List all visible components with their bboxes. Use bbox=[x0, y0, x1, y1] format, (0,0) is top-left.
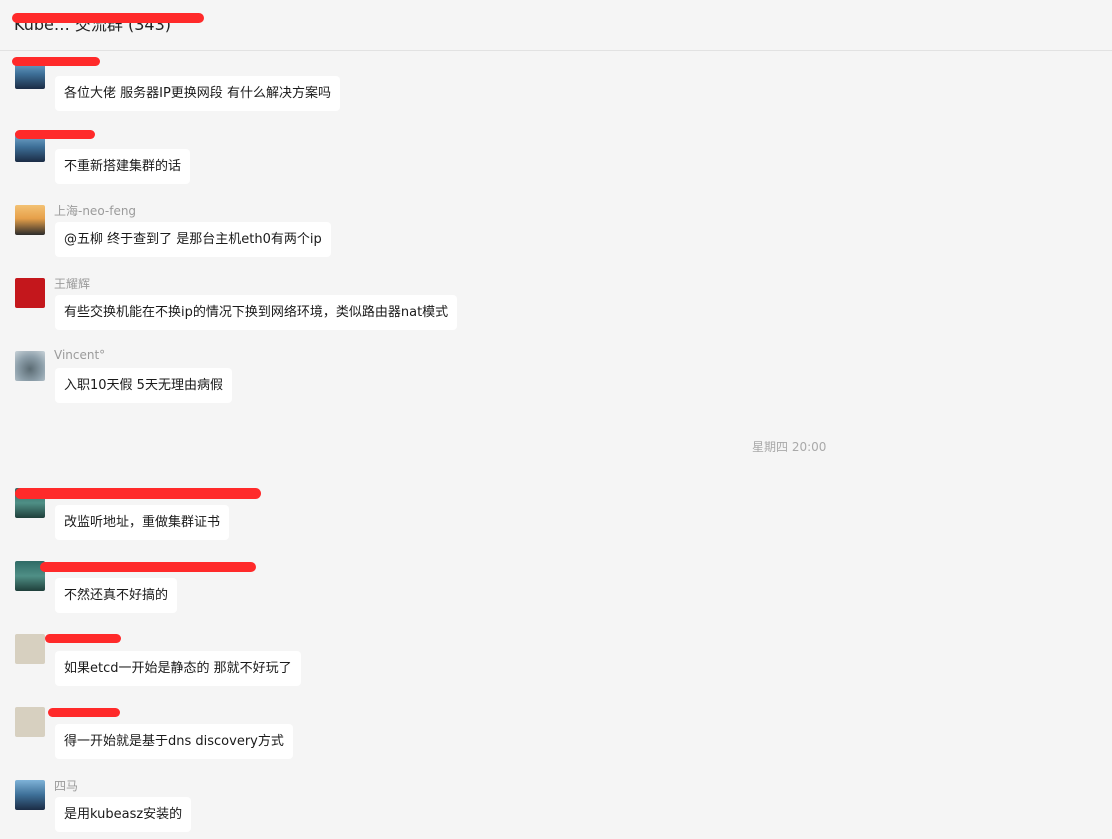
sender-name: 上海-neo-feng bbox=[54, 204, 137, 218]
redaction-mark bbox=[15, 488, 261, 499]
calligraphy-icon[interactable] bbox=[15, 634, 45, 664]
sender-name: 王耀辉 bbox=[54, 277, 91, 291]
message-bubble[interactable]: @五柳 终于查到了 是那台主机eth0有两个ip bbox=[55, 222, 331, 257]
calligraphy-icon[interactable] bbox=[15, 707, 45, 737]
redaction-mark bbox=[40, 562, 256, 572]
message-bubble[interactable]: 各位大佬 服务器IP更换网段 有什么解决方案吗 bbox=[55, 76, 340, 111]
sea-landscape-icon[interactable] bbox=[15, 780, 45, 810]
redaction-mark bbox=[12, 57, 100, 66]
message-bubble[interactable]: 有些交换机能在不换ip的情况下换到网络环境，类似路由器nat模式 bbox=[55, 295, 458, 330]
message-bubble[interactable]: 如果etcd一开始是静态的 那就不好玩了 bbox=[55, 651, 301, 686]
redaction-mark bbox=[12, 13, 204, 23]
redaction-mark bbox=[48, 708, 120, 717]
message-bubble[interactable]: 改监听地址，重做集群证书 bbox=[55, 505, 230, 540]
red-portrait-icon[interactable] bbox=[15, 278, 45, 308]
message-bubble[interactable]: 入职10天假 5天无理由病假 bbox=[55, 368, 232, 403]
time-separator: 星期四 20:00 bbox=[752, 440, 827, 454]
message-bubble[interactable]: 不然还真不好搞的 bbox=[55, 578, 178, 613]
redaction-mark bbox=[15, 130, 95, 139]
message-bubble[interactable]: 不重新搭建集群的话 bbox=[55, 149, 191, 184]
grey-sphere-icon[interactable] bbox=[15, 351, 45, 381]
person-icon[interactable] bbox=[15, 205, 45, 235]
message-bubble[interactable]: 是用kubeasz安装的 bbox=[55, 797, 192, 832]
sender-name: 四马 bbox=[54, 779, 79, 793]
sender-name: Vincent° bbox=[54, 348, 106, 362]
message-bubble[interactable]: 得一开始就是基于dns discovery方式 bbox=[55, 724, 293, 759]
chat-header: Kube… 交流群 (343) bbox=[0, 0, 1112, 51]
redaction-mark bbox=[45, 634, 121, 643]
